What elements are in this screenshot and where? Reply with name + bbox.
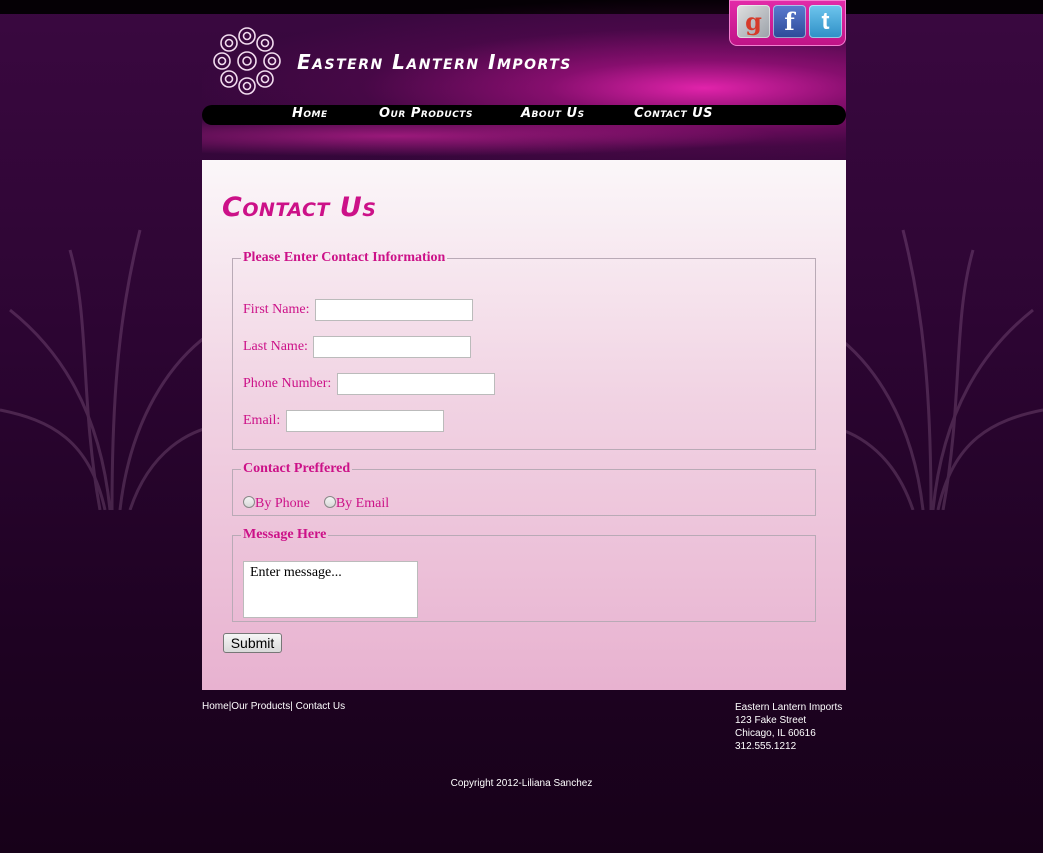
address-phone: 312.555.1212 bbox=[735, 741, 797, 752]
by-phone-label: By Phone bbox=[255, 496, 310, 511]
contact-info-legend: Please Enter Contact Information bbox=[243, 250, 446, 265]
contact-preferred-fieldset: Contact Preffered By Phone By Email bbox=[232, 461, 816, 516]
submit-button[interactable]: Submit bbox=[223, 633, 282, 653]
by-phone-radio[interactable] bbox=[243, 496, 255, 508]
nav-item-contact-us[interactable]: Contact US bbox=[634, 106, 713, 121]
phone-label: Phone Number: bbox=[243, 376, 332, 391]
first-name-label: First Name: bbox=[243, 302, 310, 317]
social-links: g f t bbox=[729, 0, 846, 46]
email-label: Email: bbox=[243, 413, 281, 428]
last-name-label: Last Name: bbox=[243, 339, 308, 354]
by-email-radio[interactable] bbox=[323, 496, 336, 508]
footer-link-home[interactable]: Home bbox=[202, 701, 229, 712]
lantern-logo-icon bbox=[213, 27, 281, 95]
footer-link-contact-us[interactable]: Contact Us bbox=[296, 701, 345, 712]
site-title: Eastern Lantern Imports bbox=[297, 50, 572, 74]
floral-decoration-right bbox=[823, 229, 1043, 510]
nav-item-home[interactable]: Home bbox=[292, 106, 328, 121]
footer-link-our-products[interactable]: Our Products bbox=[231, 701, 290, 712]
page-title: Contact Us bbox=[222, 192, 377, 223]
twitter-icon[interactable]: t bbox=[809, 5, 842, 38]
footer-links: Home|Our Products| Contact Us bbox=[202, 701, 346, 712]
address-street: 123 Fake Street bbox=[735, 715, 807, 726]
last-name-row: Last Name: bbox=[243, 336, 472, 358]
email-row: Email: bbox=[243, 410, 444, 432]
address-company: Eastern Lantern Imports bbox=[735, 702, 843, 713]
nav-item-about-us[interactable]: About Us bbox=[521, 106, 585, 121]
phone-row: Phone Number: bbox=[243, 373, 495, 395]
message-textarea[interactable]: Enter message... bbox=[243, 561, 418, 618]
main-nav: Home Our Products About Us Contact US bbox=[202, 105, 846, 125]
phone-field[interactable] bbox=[336, 373, 495, 395]
copyright: Copyright 2012-Liliana Sanchez bbox=[450, 778, 593, 789]
last-name-field[interactable] bbox=[313, 336, 472, 358]
message-fieldset: Message Here Enter message... bbox=[232, 527, 816, 622]
main-content: Contact Us Please Enter Contact Informat… bbox=[202, 160, 846, 690]
nav-item-our-products[interactable]: Our Products bbox=[379, 106, 473, 121]
message-legend: Message Here bbox=[243, 527, 327, 542]
contact-preferred-options: By Phone By Email bbox=[243, 496, 389, 512]
contact-info-fieldset: Please Enter Contact Information First N… bbox=[232, 250, 816, 450]
first-name-row: First Name: bbox=[243, 299, 473, 321]
floral-decoration-left bbox=[0, 229, 220, 510]
first-name-field[interactable] bbox=[315, 299, 473, 321]
address-city: Chicago, IL 60616 bbox=[735, 728, 816, 739]
footer-address: Eastern Lantern Imports 123 Fake Street … bbox=[735, 701, 842, 753]
contact-preferred-legend: Contact Preffered bbox=[243, 461, 351, 476]
by-email-label: By Email bbox=[335, 496, 390, 511]
email-field[interactable] bbox=[285, 410, 444, 432]
google-icon[interactable]: g bbox=[737, 5, 770, 38]
header-banner-glow bbox=[202, 120, 846, 160]
facebook-icon[interactable]: f bbox=[773, 5, 806, 38]
